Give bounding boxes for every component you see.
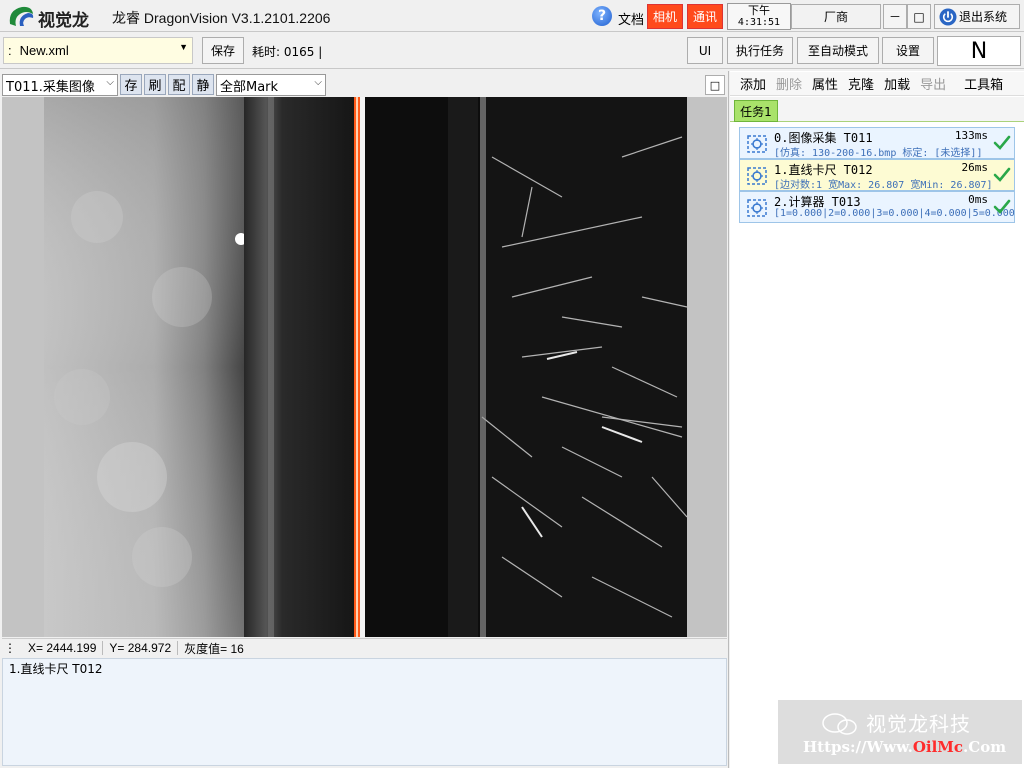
watermark-url-b: OilMc — [912, 738, 964, 756]
still-button[interactable]: 静 — [192, 74, 214, 95]
minimize-button[interactable]: － — [883, 4, 907, 29]
watermark-url: Https://Www. OilMc .Com — [803, 737, 1016, 757]
result-log: 1.直线卡尺 T012 — [2, 658, 727, 766]
save-image-button[interactable]: 存 — [120, 74, 142, 95]
expand-view-button[interactable]: □ — [705, 75, 725, 95]
camera-tool-icon — [747, 135, 767, 153]
exit-system-label: 退出系统 — [959, 10, 1008, 24]
cursor-x: X= 2444.199 — [22, 641, 104, 655]
toolbox-button[interactable]: 工具箱 — [964, 74, 1003, 93]
refresh-image-button[interactable]: 刷 — [144, 74, 166, 95]
save-project-button[interactable]: 保存 — [202, 37, 244, 64]
run-task-button[interactable]: 执行任务 — [727, 37, 793, 64]
project-file-select[interactable]: : New.xml ▼ — [3, 37, 193, 64]
tab-task-1[interactable]: 任务1 — [734, 100, 778, 122]
file-name: New.xml — [19, 43, 69, 58]
image-canvas[interactable] — [2, 97, 727, 637]
app-title: 龙睿 DragonVision V3.1.2101.2206 — [112, 10, 331, 26]
image-source-value: T011.采集图像 — [6, 79, 95, 95]
clock-display: 下午 4:31:51 — [727, 3, 791, 30]
wechat-icon — [822, 713, 857, 735]
mode-indicator[interactable]: N — [937, 36, 1021, 66]
calculator-tool-icon — [747, 199, 767, 217]
task-toolbar: 添加 删除 属性 克隆 加载 导出 工具箱 — [730, 72, 1024, 96]
exit-system-button[interactable]: 退出系统 — [934, 4, 1020, 29]
gray-value: 灰度值= 16 — [184, 641, 244, 656]
load-button[interactable]: 加载 — [884, 74, 910, 93]
tool-item-line-caliper[interactable]: 1.直线卡尺 T012 26ms [边对数:1 宽Max: 26.807 宽Mi… — [739, 159, 1015, 191]
mark-filter-select[interactable]: 全部Mark ⌵ — [216, 74, 326, 96]
caliper-tool-icon — [747, 167, 767, 185]
export-button[interactable]: 导出 — [920, 74, 946, 93]
tool-item-image-acquire[interactable]: 0.图像采集 T011 133ms [仿真: 130-200-16.bmp 标定… — [739, 127, 1015, 159]
clock-time: 4:31:51 — [737, 16, 781, 28]
captured-image[interactable] — [2, 97, 727, 637]
chevron-down-icon: ▼ — [179, 42, 188, 52]
settings-button[interactable]: 设置 — [882, 37, 934, 64]
chevron-down-icon: ⌵ — [106, 77, 114, 88]
check-icon — [993, 199, 1011, 214]
maximize-button[interactable]: □ — [907, 4, 931, 29]
watermark-url-c: .Com — [963, 738, 1007, 756]
brand-logo-text: 视觉龙 — [38, 11, 89, 31]
tool-time: 0ms — [968, 193, 988, 206]
check-icon — [993, 135, 1011, 150]
clock-period: 下午 — [748, 3, 770, 17]
camera-button[interactable]: 相机 — [647, 4, 683, 29]
file-prefix: : — [8, 43, 12, 58]
elapsed-time: 耗时: 0165 | — [252, 45, 323, 59]
cursor-status-bar: ⋮ X= 2444.199 Y= 284.972 灰度值= 16 — [2, 638, 727, 657]
properties-button[interactable]: 属性 — [812, 74, 838, 93]
watermark-text: 视觉龙科技 — [866, 712, 971, 736]
auto-mode-button[interactable]: 至自动模式 — [797, 37, 879, 64]
ui-button[interactable]: UI — [687, 37, 723, 64]
delete-tool-button[interactable]: 删除 — [776, 74, 802, 93]
docs-link[interactable]: 文档 — [618, 9, 644, 28]
tool-detail: [1=0.000|2=0.000|3=0.000|4=0.000|5=0.000 — [774, 208, 1014, 219]
status-grip: ⋮ — [4, 641, 16, 655]
power-icon — [939, 8, 957, 25]
tool-time: 133ms — [954, 129, 988, 142]
help-icon[interactable]: ? — [592, 6, 612, 26]
tool-time: 26ms — [961, 161, 989, 174]
cursor-y: Y= 284.972 — [103, 641, 179, 655]
tool-detail: [边对数:1 宽Max: 26.807 宽Min: 26.807] — [774, 180, 993, 191]
clone-button[interactable]: 克隆 — [848, 74, 874, 93]
communication-button[interactable]: 通讯 — [687, 4, 723, 29]
mark-filter-value: 全部Mark — [220, 79, 279, 95]
watermark-url-a: Https://Www. — [803, 738, 913, 756]
dragon-logo-icon — [9, 6, 34, 26]
tool-detail: [仿真: 130-200-16.bmp 标定: [未选择]] — [774, 148, 983, 159]
log-line: 1.直线卡尺 T012 — [9, 662, 103, 676]
image-source-select[interactable]: T011.采集图像 ⌵ — [2, 74, 118, 96]
add-tool-button[interactable]: 添加 — [740, 74, 766, 93]
vendor-button[interactable]: 厂商 — [791, 4, 881, 29]
tool-item-calculator[interactable]: 2.计算器 T013 0ms [1=0.000|2=0.000|3=0.000|… — [739, 191, 1015, 223]
check-icon — [993, 167, 1011, 182]
match-button[interactable]: 配 — [168, 74, 190, 95]
chevron-down-icon: ⌵ — [314, 77, 322, 88]
